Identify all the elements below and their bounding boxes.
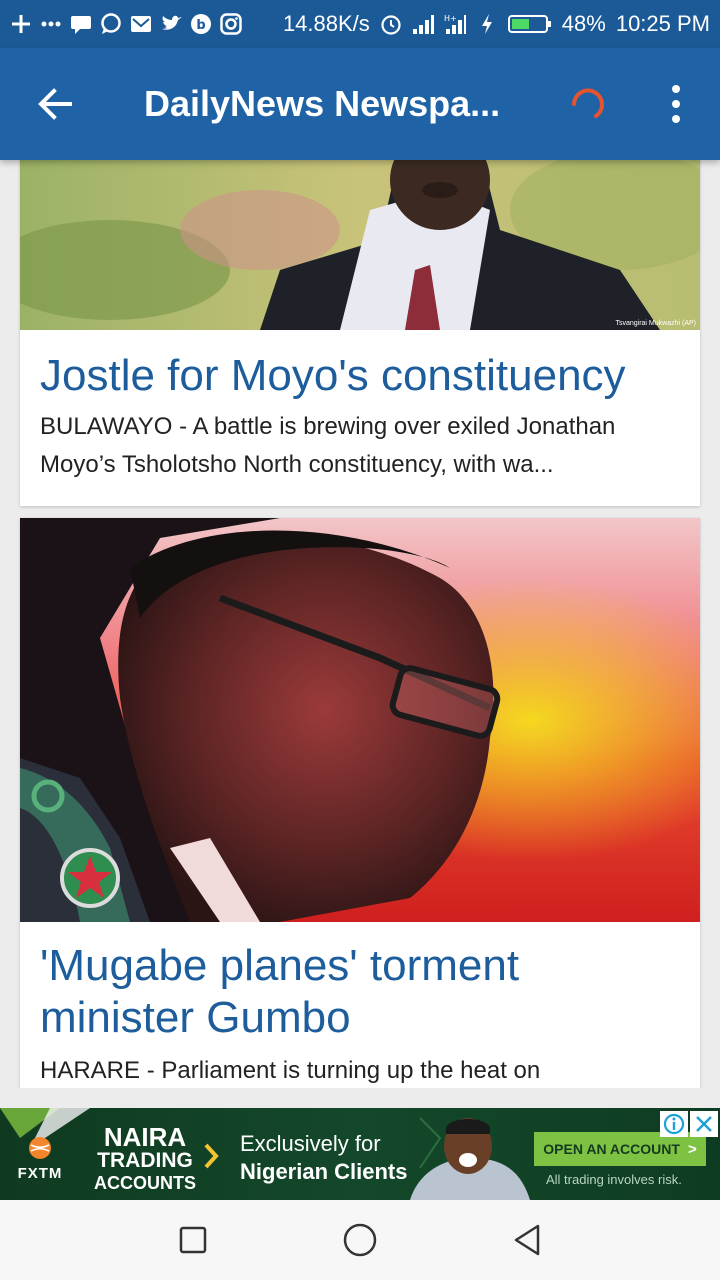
net-speed: 14.88K/s bbox=[282, 11, 370, 36]
app-bar: DailyNews Newspa... bbox=[0, 48, 720, 160]
bbm-icon: b bbox=[190, 13, 212, 35]
ad-headline: NAIRA TRADING ACCOUNTS bbox=[94, 1122, 196, 1193]
article-card[interactable]: 'Mugabe planes' torment minister Gumbo H… bbox=[20, 518, 700, 1088]
ad-banner[interactable]: FXTM NAIRA TRADING ACCOUNTS Exclusively … bbox=[0, 1108, 720, 1200]
circle-home-icon bbox=[343, 1223, 377, 1257]
charging-icon bbox=[476, 13, 498, 35]
clock: 10:25 PM bbox=[615, 11, 710, 36]
square-recents-icon bbox=[180, 1226, 207, 1254]
system-back-button[interactable] bbox=[497, 1210, 557, 1270]
arrow-left-icon bbox=[38, 88, 72, 120]
article-summary: BULAWAYO - A battle is brewing over exil… bbox=[40, 413, 616, 478]
battery-level: 48% bbox=[561, 11, 606, 36]
article-title[interactable]: 'Mugabe planes' torment minister Gumbo bbox=[20, 940, 700, 1044]
ad-brand: FXTM bbox=[17, 1165, 63, 1182]
article-feed[interactable]: Tsvangirai Mukwazhi (AP) Jostle for Moyo… bbox=[0, 160, 720, 1088]
close-icon[interactable] bbox=[690, 1111, 718, 1137]
back-button[interactable] bbox=[0, 48, 112, 160]
home-button[interactable] bbox=[330, 1210, 390, 1270]
chevron-right-icon bbox=[202, 1142, 220, 1175]
navigation-bar bbox=[0, 1200, 720, 1280]
recents-button[interactable] bbox=[163, 1210, 223, 1270]
spinner-icon bbox=[572, 88, 604, 118]
photo-credit: Tsvangirai Mukwazhi (AP) bbox=[615, 320, 696, 327]
signal-4g-icon: H+ bbox=[444, 13, 466, 35]
article-summary: HARARE - Parliament is turning up the he… bbox=[40, 1057, 541, 1084]
status-bar: b 14.88K/s H+ 48% 10:25 PM bbox=[0, 0, 720, 48]
page-title: DailyNews Newspa... bbox=[144, 83, 501, 124]
overflow-menu-button[interactable] bbox=[650, 76, 702, 132]
triangle-back-icon bbox=[514, 1224, 539, 1256]
article-image[interactable] bbox=[20, 518, 700, 922]
article-card[interactable]: Tsvangirai Mukwazhi (AP) Jostle for Moyo… bbox=[20, 160, 700, 506]
fxtm-logo-icon bbox=[29, 1137, 51, 1159]
svg-text:H+: H+ bbox=[444, 14, 457, 23]
article-title[interactable]: Jostle for Moyo's constituency bbox=[20, 350, 700, 402]
message-icon bbox=[70, 13, 92, 35]
alarm-icon bbox=[380, 13, 402, 35]
more-dots-icon bbox=[40, 13, 62, 35]
ad-disclaimer: All trading involves risk. bbox=[546, 1172, 682, 1187]
open-account-button[interactable]: OPEN AN ACCOUNT > bbox=[534, 1132, 706, 1166]
signal-icon bbox=[412, 13, 434, 35]
twitter-icon bbox=[160, 13, 182, 35]
chat-icon bbox=[100, 13, 122, 35]
ad-tagline: Exclusively for Nigerian Clients bbox=[240, 1131, 408, 1184]
overflow-menu-icon bbox=[672, 85, 680, 93]
cta-arrow-icon: > bbox=[687, 1140, 697, 1158]
battery-icon bbox=[507, 13, 552, 35]
info-icon[interactable] bbox=[660, 1111, 688, 1137]
instagram-icon bbox=[220, 13, 242, 35]
fxtm-logo: FXTM bbox=[12, 1136, 68, 1182]
mail-icon bbox=[130, 13, 152, 35]
article-image[interactable]: Tsvangirai Mukwazhi (AP) bbox=[20, 160, 700, 330]
plus-icon bbox=[10, 13, 32, 35]
svg-text:b: b bbox=[196, 18, 205, 33]
